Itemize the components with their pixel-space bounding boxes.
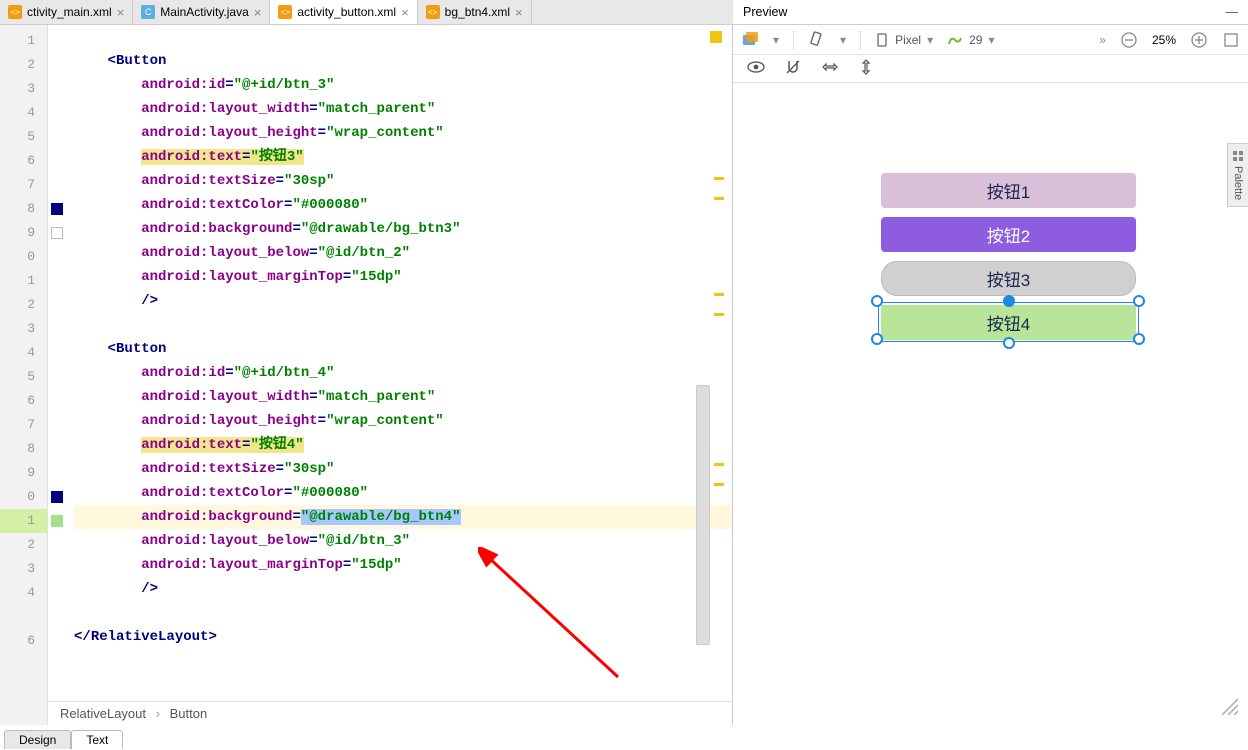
preview-canvas[interactable]: Palette 按钮1 按钮2 按钮3 按钮4 — [733, 83, 1248, 725]
preview-toolbar: ▾ ▾ Pixel▾ 29▾ » 25% — [733, 25, 1248, 55]
palette-tab[interactable]: Palette — [1227, 143, 1248, 207]
close-icon[interactable]: × — [117, 5, 125, 20]
preview-toolbar-secondary — [733, 55, 1248, 83]
xml-icon: <> — [278, 5, 292, 19]
layout-preview: 按钮1 按钮2 按钮3 按钮4 — [881, 173, 1143, 349]
java-icon: C — [141, 5, 155, 19]
more-icon[interactable]: » — [1099, 33, 1106, 47]
tab-label: activity_button.xml — [297, 5, 396, 19]
chevron-down-icon[interactable]: ▾ — [773, 33, 779, 47]
magnet-icon[interactable] — [785, 59, 801, 78]
breadcrumb[interactable]: RelativeLayout › Button — [48, 701, 732, 725]
preview-title: Preview — [743, 5, 787, 19]
zoom-out-icon[interactable] — [1120, 31, 1138, 49]
vertical-scrollbar[interactable] — [694, 25, 710, 701]
preview-button-4[interactable]: 按钮4 — [881, 305, 1136, 340]
pan-horizontal-icon[interactable] — [821, 60, 839, 77]
design-tab[interactable]: Design — [4, 730, 71, 749]
orientation-icon[interactable] — [808, 31, 826, 49]
chevron-down-icon[interactable]: ▾ — [840, 33, 846, 47]
eye-icon[interactable] — [747, 60, 765, 77]
zoom-in-icon[interactable] — [1190, 31, 1208, 49]
tab-label: MainActivity.java — [160, 5, 248, 19]
tab-bg-btn4[interactable]: <> bg_btn4.xml × — [418, 0, 532, 24]
xml-icon: <> — [426, 5, 440, 19]
breadcrumb-item[interactable]: RelativeLayout — [60, 706, 146, 721]
tab-label: bg_btn4.xml — [445, 5, 510, 19]
code-editor[interactable]: <<ButtonButton android:id="@+id/btn_3" a… — [48, 25, 732, 701]
tab-activity-button[interactable]: <> activity_button.xml × — [270, 0, 417, 24]
text-tab[interactable]: Text — [71, 730, 123, 749]
breadcrumb-item[interactable]: Button — [170, 706, 208, 721]
close-icon[interactable]: × — [254, 5, 262, 20]
tab-main-activity[interactable]: C MainActivity.java × — [133, 0, 270, 24]
api-selector[interactable]: 29▾ — [947, 33, 994, 47]
preview-button-1[interactable]: 按钮1 — [881, 173, 1136, 208]
tab-label: ctivity_main.xml — [27, 5, 112, 19]
close-icon[interactable]: × — [515, 5, 523, 20]
close-icon[interactable]: × — [401, 5, 409, 20]
preview-button-3[interactable]: 按钮3 — [881, 261, 1136, 296]
xml-icon: <> — [8, 5, 22, 19]
zoom-fit-icon[interactable] — [1222, 31, 1240, 49]
zoom-label: 25% — [1152, 33, 1176, 47]
minimize-icon[interactable]: — — [1226, 5, 1239, 19]
line-gutter: 1 2 3 4 5 6 7 8 9 0 1 2 3 4 5 6 7 8 9 0 … — [0, 25, 48, 725]
pan-vertical-icon[interactable] — [859, 58, 873, 79]
resize-grip-icon[interactable] — [1218, 695, 1238, 715]
error-stripe[interactable] — [714, 25, 726, 701]
surface-icon[interactable] — [741, 31, 759, 49]
preview-button-2[interactable]: 按钮2 — [881, 217, 1136, 252]
preview-pane: Preview — ▾ ▾ Pixel▾ 29▾ » — [732, 25, 1248, 725]
tab-activity-main[interactable]: <> ctivity_main.xml × — [0, 0, 133, 24]
device-selector[interactable]: Pixel▾ — [875, 33, 933, 47]
